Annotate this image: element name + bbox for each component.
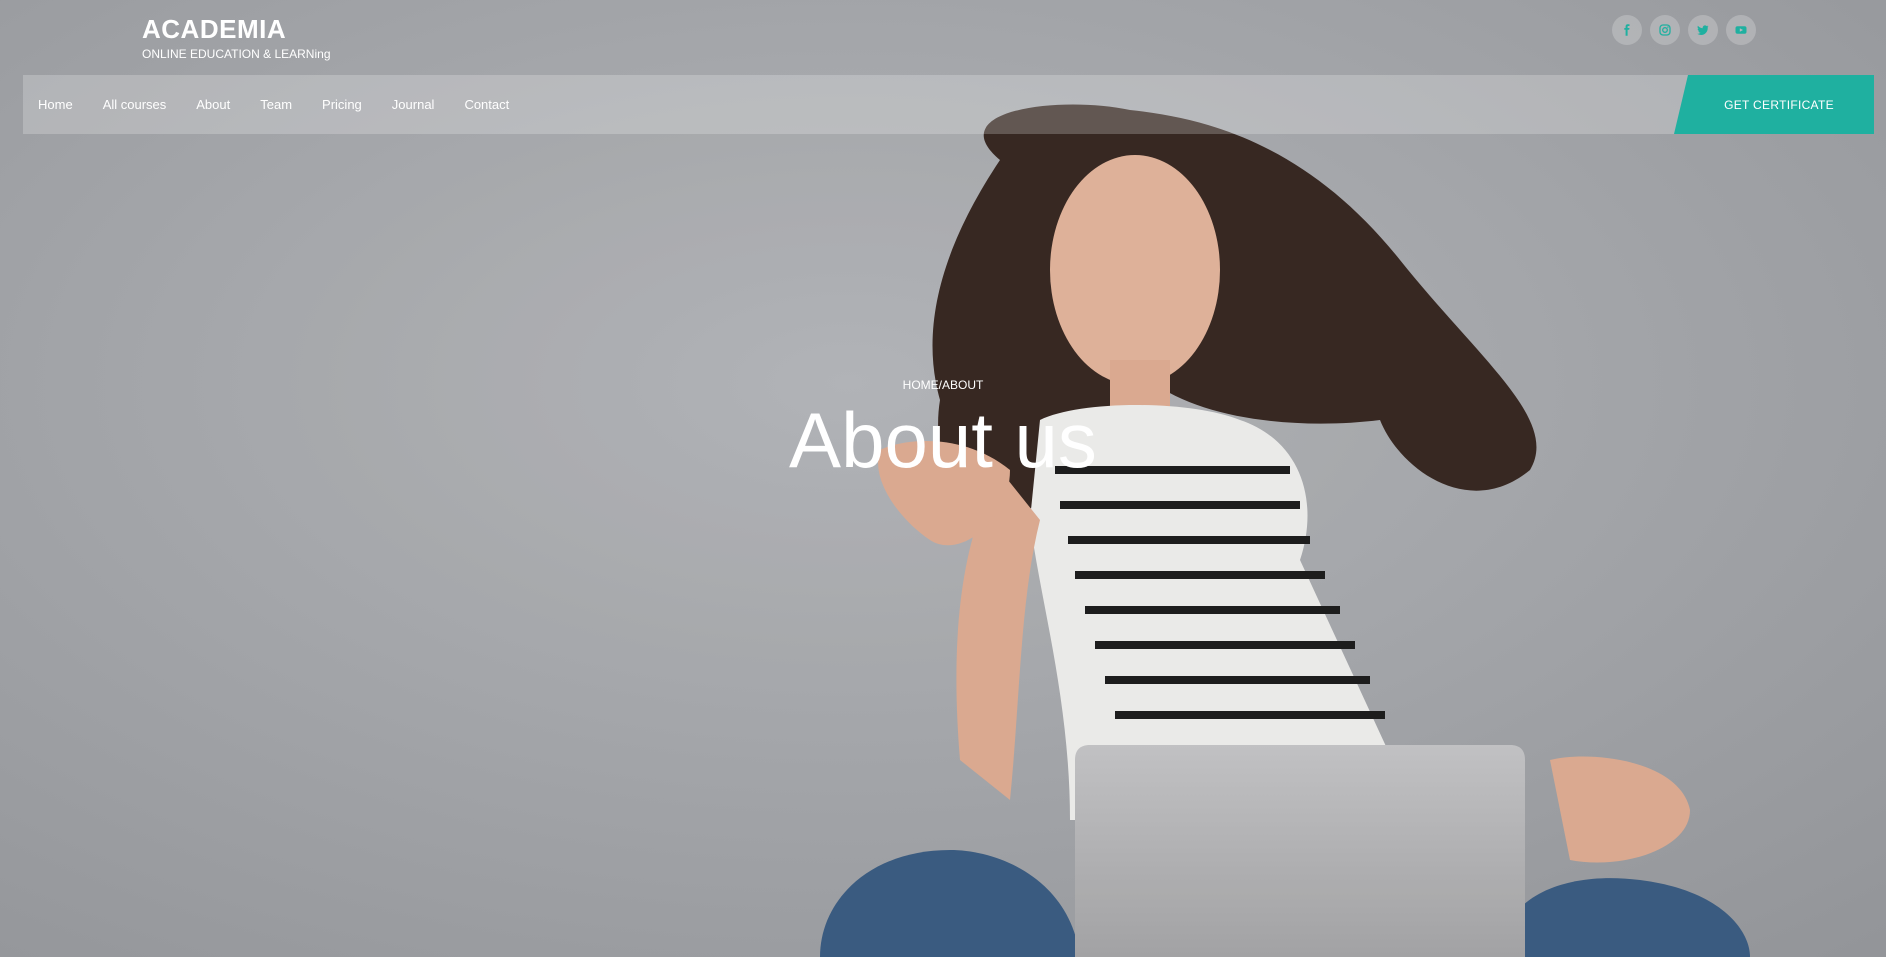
breadcrumb: HOME/ABOUT: [0, 378, 1886, 392]
twitter-icon: [1697, 25, 1709, 35]
brand-tagline: ONLINE EDUCATION & LEARNing: [142, 47, 331, 61]
facebook-icon: [1624, 24, 1630, 36]
page-title: About us: [789, 396, 1097, 484]
breadcrumb-home-link[interactable]: HOME: [903, 378, 939, 392]
nav-item-home[interactable]: Home: [38, 97, 73, 112]
facebook-button[interactable]: [1612, 15, 1642, 45]
nav-item-journal[interactable]: Journal: [392, 97, 435, 112]
twitter-button[interactable]: [1688, 15, 1718, 45]
nav-item-contact[interactable]: Contact: [464, 97, 509, 112]
instagram-icon: [1659, 24, 1671, 36]
nav-item-pricing[interactable]: Pricing: [322, 97, 362, 112]
youtube-icon: [1735, 26, 1747, 34]
page: ACADEMIA ONLINE EDUCATION & LEARNing Hom…: [0, 0, 1886, 957]
youtube-button[interactable]: [1726, 15, 1756, 45]
breadcrumb-current: ABOUT: [942, 378, 984, 392]
brand-logo[interactable]: ACADEMIA: [142, 14, 286, 45]
nav-item-team[interactable]: Team: [260, 97, 292, 112]
nav-item-all-courses[interactable]: All courses: [103, 97, 167, 112]
main-navigation: Home All courses About Team Pricing Jour…: [23, 75, 1874, 134]
nav-item-about[interactable]: About: [196, 97, 230, 112]
get-certificate-button[interactable]: GET CERTIFICATE: [1674, 75, 1874, 134]
top-bar: ACADEMIA ONLINE EDUCATION & LEARNing: [0, 0, 1886, 75]
nav-menu: Home All courses About Team Pricing Jour…: [38, 75, 509, 134]
social-links: [1612, 15, 1756, 45]
instagram-button[interactable]: [1650, 15, 1680, 45]
